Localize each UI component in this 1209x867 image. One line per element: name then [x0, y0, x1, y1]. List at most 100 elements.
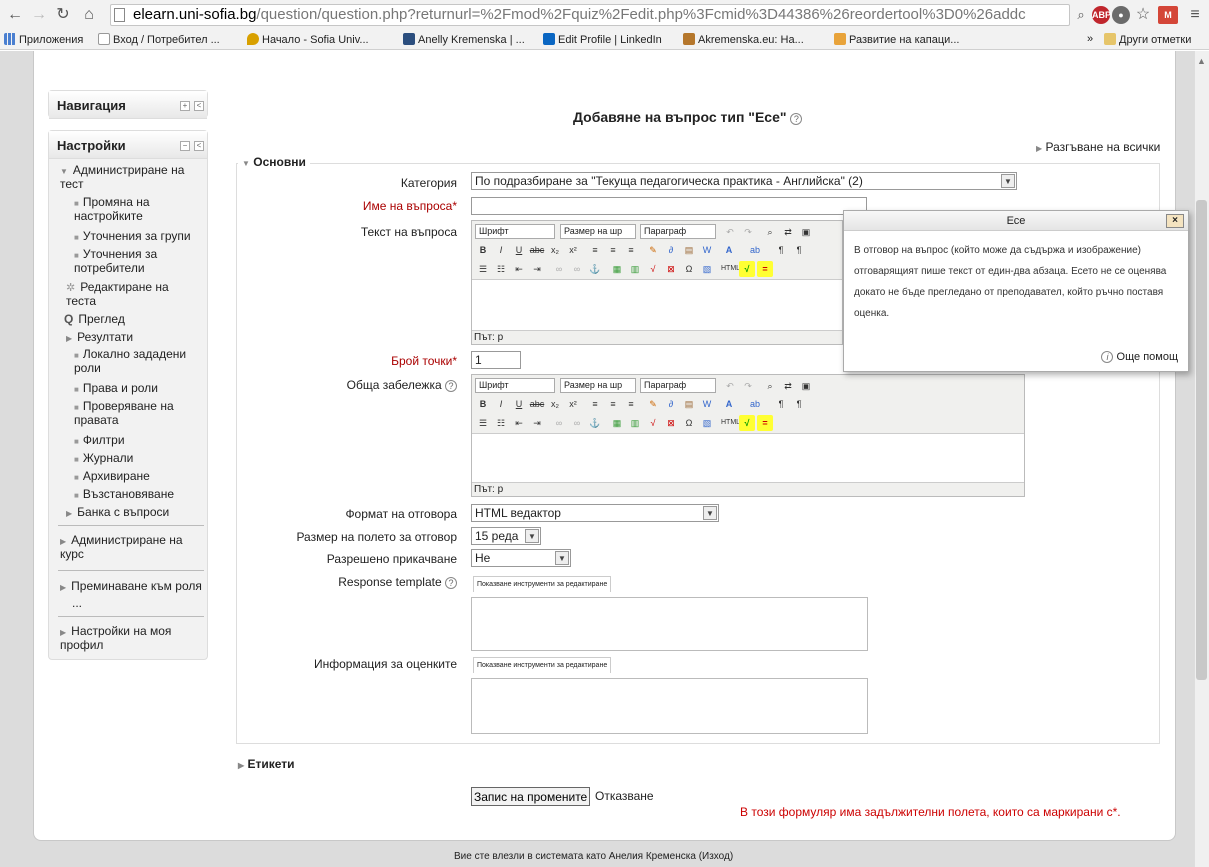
outdent-icon[interactable]: ⇤ [511, 415, 527, 431]
math-icon[interactable]: ⊠ [663, 261, 679, 277]
unlink-icon[interactable]: ∞ [569, 415, 585, 431]
size-dropdown[interactable]: Размер на шр [560, 378, 636, 393]
ltr-icon[interactable]: ¶ [773, 242, 789, 258]
sidebar-item-local-roles[interactable]: ■ Локално зададени роли [74, 348, 202, 375]
grading-info-textarea[interactable] [471, 678, 868, 734]
general-legend[interactable]: ▼ Основни [238, 155, 310, 169]
address-bar[interactable]: elearn.uni-sofia.bg/question/question.ph… [110, 4, 1070, 26]
image-icon[interactable]: ▦ [609, 261, 625, 277]
sidebar-item-my-profile[interactable]: ▶ Настройки на моя профил [60, 625, 200, 652]
sidebar-item-quiz-admin[interactable]: ▼ Администриране на тест [60, 164, 200, 191]
undo-icon[interactable]: ↶ [722, 224, 738, 240]
numbered-list-icon[interactable]: ☷ [493, 415, 509, 431]
points-input[interactable]: 1 [471, 351, 521, 369]
sidebar-item-question-bank[interactable]: ▶ Банка с въпроси [66, 506, 202, 520]
underline-icon[interactable]: U [511, 396, 527, 412]
sidebar-item-backup[interactable]: ■ Архивиране [74, 470, 202, 484]
sidebar-item-edit-settings[interactable]: ■ Промяна на настройките [74, 196, 202, 223]
format-dropdown[interactable]: Параграф [640, 378, 716, 393]
bookmark-anelly[interactable]: Anelly Kremenska | ... [403, 33, 525, 46]
media-icon[interactable]: ▥ [627, 415, 643, 431]
rtl-icon[interactable]: ¶ [791, 242, 807, 258]
question-name-input[interactable] [471, 197, 867, 215]
indent-icon[interactable]: ⇥ [529, 261, 545, 277]
response-template-textarea[interactable] [471, 597, 868, 651]
category-select[interactable]: По подразбиране за "Текуща педагогическа… [471, 172, 1017, 190]
cancel-button[interactable]: Отказване [595, 789, 654, 803]
bold-icon[interactable]: B [475, 396, 491, 412]
show-editing-tools-link[interactable]: Показване инструменти за редактиране [473, 576, 612, 592]
scroll-up-arrow-icon[interactable]: ▲ [1197, 56, 1206, 66]
dock-icon[interactable]: + [180, 101, 190, 111]
help-icon[interactable]: ? [790, 113, 803, 125]
text-color-icon[interactable]: A [721, 242, 737, 258]
reload-icon[interactable]: ↻ [54, 6, 72, 24]
superscript-icon[interactable]: x² [565, 242, 581, 258]
html-icon[interactable]: HTML [721, 415, 740, 431]
equals-icon[interactable]: = [757, 261, 773, 277]
hide-icon[interactable]: − [180, 141, 190, 151]
sidebar-item-course-admin[interactable]: ▶ Администриране на курс [60, 534, 200, 561]
sidebar-item-logs[interactable]: ■ Журнали [74, 452, 202, 466]
table-icon[interactable]: ▧ [699, 415, 715, 431]
home-icon[interactable]: ⌂ [80, 6, 98, 24]
align-left-icon[interactable]: ≡ [587, 396, 603, 412]
table-icon[interactable]: ▧ [699, 261, 715, 277]
link-icon[interactable]: ∞ [551, 261, 567, 277]
adblock-icon[interactable]: ABP [1092, 6, 1111, 24]
font-dropdown[interactable]: Шрифт [475, 378, 555, 393]
superscript-icon[interactable]: x² [565, 396, 581, 412]
close-icon[interactable]: × [1166, 214, 1184, 228]
collapse-icon[interactable]: < [194, 101, 204, 111]
size-dropdown[interactable]: Размер на шр [560, 224, 636, 239]
paste-word-icon[interactable]: W [699, 396, 715, 412]
italic-icon[interactable]: I [493, 242, 509, 258]
save-changes-button[interactable]: Запис на промените [471, 787, 591, 806]
sidebar-item-filters[interactable]: ■ Филтри [74, 434, 202, 448]
replace-icon[interactable]: ⇄ [780, 224, 796, 240]
anchor-icon[interactable]: ⚓ [587, 261, 603, 277]
sidebar-item-results[interactable]: ▶ Резултати [66, 331, 202, 345]
bookmark-linkedin[interactable]: Edit Profile | LinkedIn [543, 33, 662, 46]
bookmark-login[interactable]: Вход / Потребител ... [98, 33, 220, 46]
equals-icon[interactable]: = [757, 415, 773, 431]
format-dropdown[interactable]: Параграф [640, 224, 716, 239]
zoom-icon[interactable]: ⌕ [1072, 6, 1090, 24]
tags-section-toggle[interactable]: ▶ Етикети [238, 757, 295, 771]
extension-icon[interactable]: ● [1112, 6, 1130, 24]
redo-icon[interactable]: ↷ [740, 224, 756, 240]
expand-all-link[interactable]: ▶ Разгъване на всички [1036, 140, 1160, 154]
bookmarks-more[interactable]: » [1087, 33, 1093, 45]
strikethrough-icon[interactable]: abc [529, 396, 545, 412]
response-format-select[interactable]: HTML ведактор ▼ [471, 504, 719, 522]
rtl-icon[interactable]: ¶ [791, 396, 807, 412]
subscript-icon[interactable]: x₂ [547, 396, 563, 412]
outdent-icon[interactable]: ⇤ [511, 261, 527, 277]
anchor-icon[interactable]: ⚓ [587, 415, 603, 431]
other-bookmarks[interactable]: Други отметки [1104, 33, 1191, 46]
special-char-icon[interactable]: Ω [681, 261, 697, 277]
bookmark-apps[interactable]: Приложения [4, 33, 83, 46]
html-icon[interactable]: HTML [721, 261, 740, 277]
more-help-link[interactable]: i Още помощ [1101, 351, 1178, 363]
unlink-icon[interactable]: ∞ [569, 261, 585, 277]
highlight-icon[interactable]: ab [747, 242, 763, 258]
link-icon[interactable]: ∂ [663, 396, 679, 412]
numbered-list-icon[interactable]: ☷ [493, 261, 509, 277]
bullet-list-icon[interactable]: ☰ [475, 261, 491, 277]
menu-icon[interactable]: ≡ [1186, 6, 1204, 24]
strikethrough-icon[interactable]: abc [529, 242, 545, 258]
fullscreen-icon[interactable]: ▣ [798, 378, 814, 394]
bookmark-akremenska[interactable]: Akremenska.eu: На... [683, 33, 804, 46]
help-icon[interactable]: ? [445, 380, 457, 392]
font-dropdown[interactable]: Шрифт [475, 224, 555, 239]
gmail-icon[interactable]: M [1158, 6, 1178, 24]
help-icon[interactable]: ? [445, 577, 457, 589]
sidebar-item-preview[interactable]: Q Преглед [64, 313, 200, 326]
special-char-icon[interactable]: Ω [681, 415, 697, 431]
equation-icon[interactable]: √ [645, 261, 661, 277]
media-icon[interactable]: ▥ [627, 261, 643, 277]
find-icon[interactable]: ⌕ [762, 224, 778, 240]
redo-icon[interactable]: ↷ [740, 378, 756, 394]
align-center-icon[interactable]: ≡ [605, 396, 621, 412]
